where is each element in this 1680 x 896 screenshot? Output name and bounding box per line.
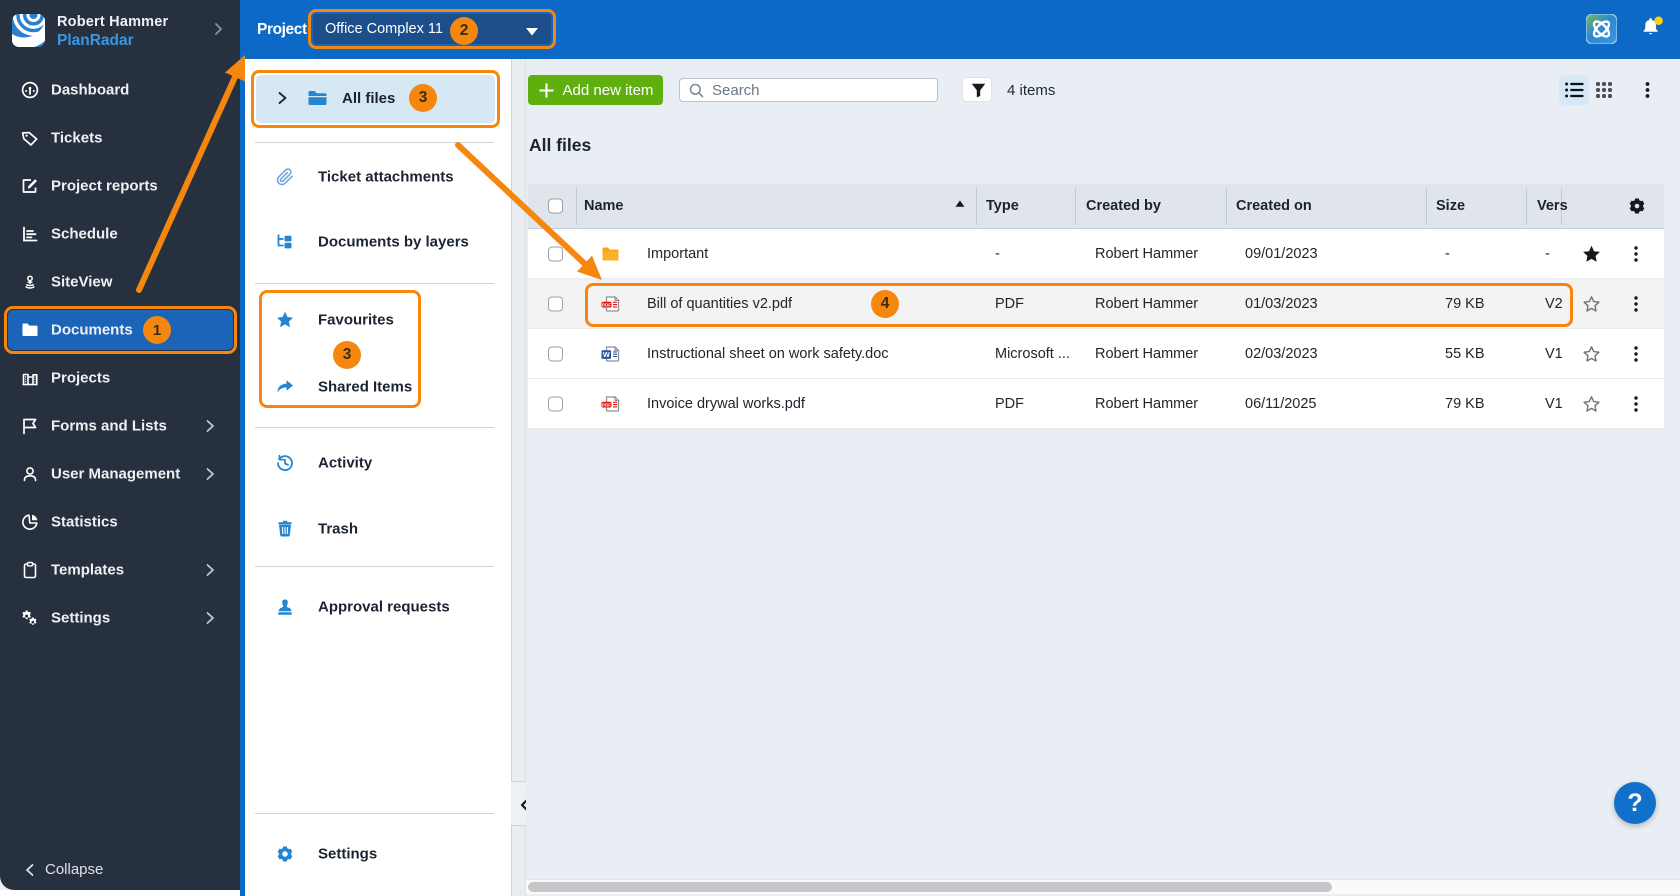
svg-text:PDF: PDF <box>602 402 611 407</box>
svg-text:W: W <box>603 350 611 359</box>
